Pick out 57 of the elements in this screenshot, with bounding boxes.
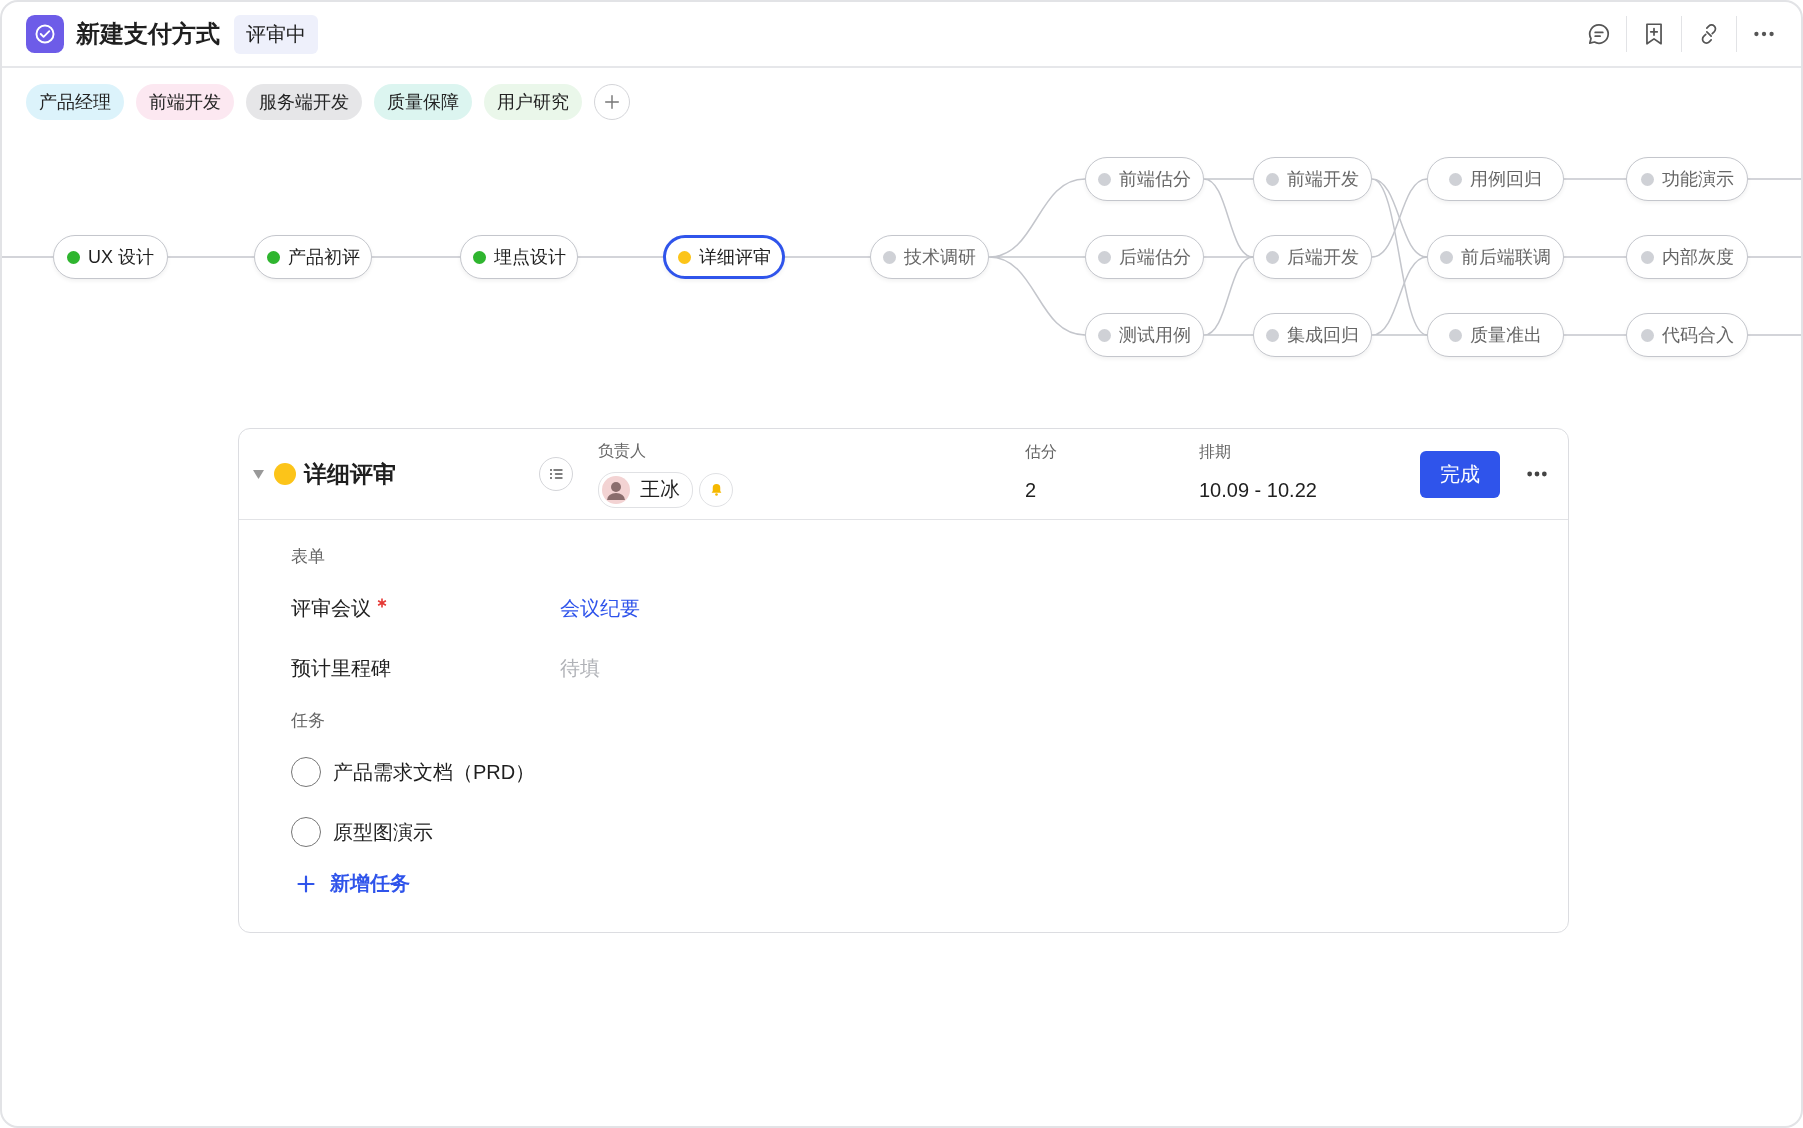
workflow-node[interactable]: 前端估分 — [1085, 157, 1204, 201]
task-label: 产品需求文档（PRD） — [333, 759, 536, 785]
plus-icon — [603, 93, 621, 111]
status-badge: 评审中 — [234, 14, 318, 54]
workflow-node[interactable]: 详细评审 — [663, 235, 785, 279]
caret-icon[interactable] — [253, 469, 264, 479]
stage-title: 详细评审 — [304, 459, 396, 489]
estimate-label: 估分 — [1025, 441, 1058, 462]
connector-line — [1563, 178, 1627, 180]
list-icon — [548, 466, 564, 482]
estimate-value: 2 — [1025, 477, 1038, 503]
schedule-label: 排期 — [1199, 441, 1232, 462]
workflow-node[interactable]: 质量准出 — [1427, 313, 1564, 357]
add-task-button[interactable]: 新增任务 — [296, 870, 410, 897]
connector-line — [1563, 256, 1627, 258]
workflow-node[interactable]: 前端开发 — [1253, 157, 1372, 201]
workflow-node[interactable]: 功能演示 — [1626, 157, 1748, 201]
input-field[interactable]: 待填 — [560, 656, 760, 680]
section-heading: 任务 — [291, 709, 325, 732]
workflow-node[interactable]: 用例回归 — [1427, 157, 1564, 201]
workflow-node[interactable]: 集成回归 — [1253, 313, 1372, 357]
role-tag[interactable]: 质量保障 — [374, 84, 472, 120]
connector-line — [1747, 256, 1801, 258]
comment-icon[interactable] — [1586, 21, 1612, 47]
workflow-node[interactable]: 技术调研 — [870, 235, 989, 279]
complete-button[interactable]: 完成 — [1420, 450, 1500, 498]
workflow-node[interactable]: UX 设计 — [53, 235, 168, 279]
assignee-label: 负责人 — [598, 440, 647, 461]
workflow-node[interactable]: 前后端联调 — [1427, 235, 1564, 279]
role-tag[interactable]: 服务端开发 — [246, 84, 362, 120]
workflow-node[interactable]: 内部灰度 — [1626, 235, 1748, 279]
connector-line — [2, 256, 54, 258]
page-title: 新建支付方式 — [76, 19, 220, 49]
section-heading: 表单 — [291, 545, 325, 568]
workflow-node[interactable]: 代码合入 — [1626, 313, 1748, 357]
workflow-node[interactable]: 后端估分 — [1085, 235, 1204, 279]
plus-icon — [296, 873, 316, 894]
role-tag[interactable]: 用户研究 — [484, 84, 582, 120]
field-link[interactable]: 会议纪要 — [560, 594, 640, 622]
workflow-node[interactable]: 测试用例 — [1085, 313, 1204, 357]
workflow-node[interactable]: 埋点设计 — [460, 235, 578, 279]
role-tag[interactable]: 前端开发 — [136, 84, 234, 120]
workflow-node[interactable]: 产品初评 — [254, 235, 372, 279]
connector-line — [1747, 334, 1801, 336]
connector-line — [1563, 334, 1627, 336]
field-label: 评审会议 — [291, 595, 371, 621]
avatar-silhouette-icon — [602, 475, 630, 504]
task-label: 原型图演示 — [333, 819, 433, 845]
schedule-value: 10.09 - 10.22 — [1199, 477, 1318, 503]
more-icon[interactable] — [1526, 470, 1548, 478]
assignee-chip[interactable]: 王冰 — [598, 471, 693, 508]
role-tag[interactable]: 产品经理 — [26, 84, 124, 120]
connector-line — [1747, 178, 1801, 180]
field-label: 预计里程碑 — [291, 655, 391, 681]
add-tag-button[interactable] — [594, 84, 630, 120]
workflow-node[interactable]: 后端开发 — [1253, 235, 1372, 279]
checklist-button[interactable] — [539, 457, 573, 491]
